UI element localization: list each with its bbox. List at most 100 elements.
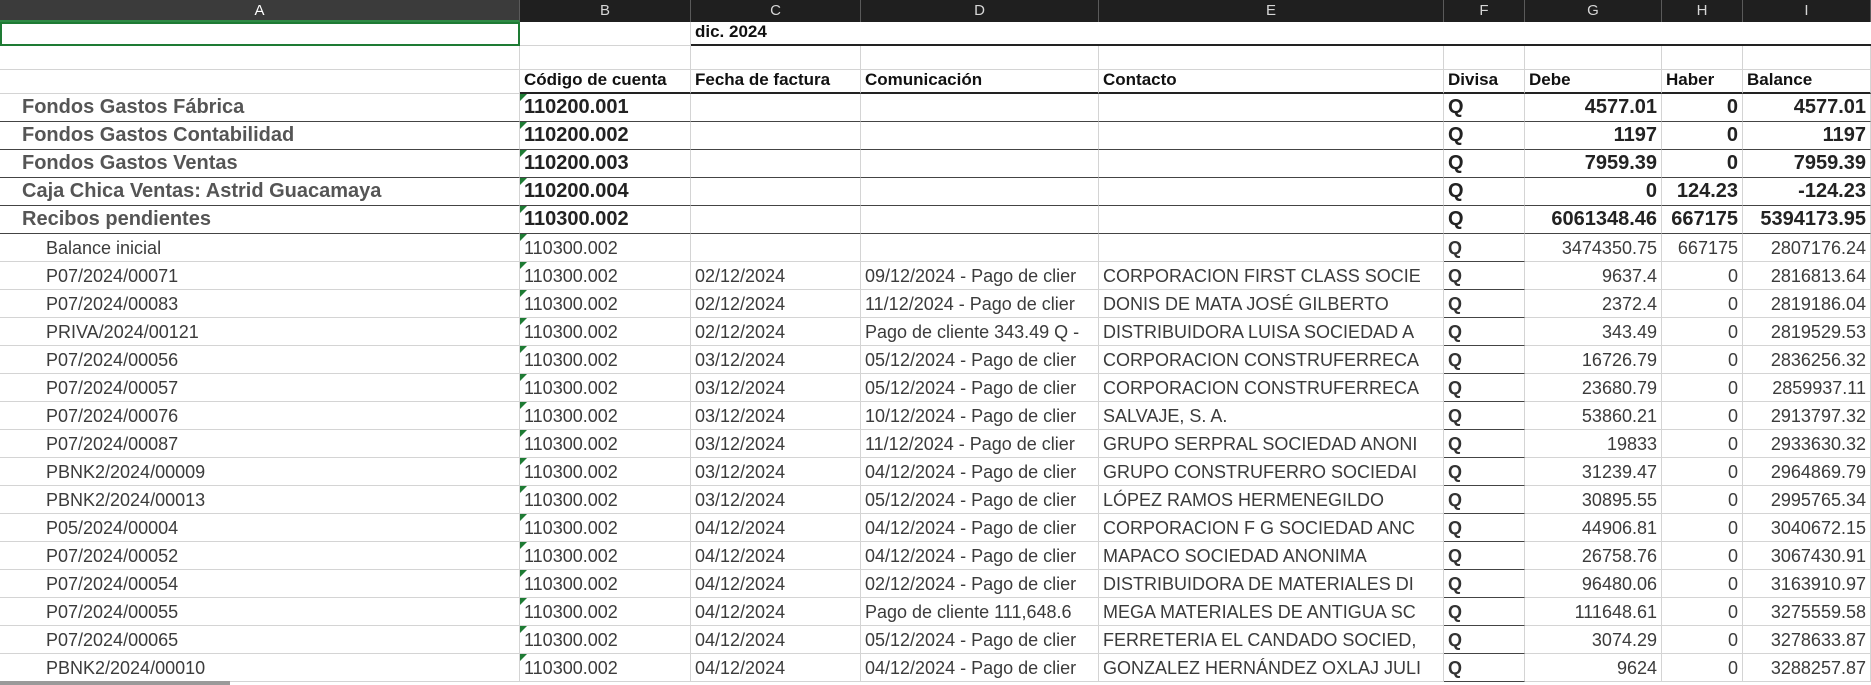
entry-reference[interactable]: PRIVA/2024/00121 — [0, 318, 520, 346]
account-code[interactable]: 110300.002 — [520, 570, 691, 598]
currency[interactable]: Q — [1444, 402, 1525, 430]
credit[interactable]: 0 — [1662, 374, 1743, 402]
credit[interactable]: 0 — [1662, 262, 1743, 290]
header-contact[interactable]: Contacto — [1099, 70, 1444, 94]
invoice-date[interactable]: 04/12/2024 — [691, 654, 861, 682]
credit[interactable]: 0 — [1662, 626, 1743, 654]
invoice-date[interactable] — [691, 206, 861, 234]
communication[interactable]: 05/12/2024 - Pago de clier — [861, 346, 1099, 374]
invoice-date[interactable] — [691, 150, 861, 178]
credit[interactable]: 667175 — [1662, 206, 1743, 234]
balance[interactable]: 2995765.34 — [1743, 486, 1871, 514]
column-header-c[interactable]: C — [691, 0, 861, 22]
contact[interactable] — [1099, 234, 1444, 262]
credit[interactable]: 0 — [1662, 318, 1743, 346]
contact[interactable]: CORPORACION F G SOCIEDAD ANC — [1099, 514, 1444, 542]
credit[interactable]: 0 — [1662, 150, 1743, 178]
account-code[interactable]: 110300.002 — [520, 626, 691, 654]
currency[interactable]: Q — [1444, 94, 1525, 122]
cell[interactable] — [520, 22, 691, 46]
contact[interactable]: FERRETERIA EL CANDADO SOCIED, — [1099, 626, 1444, 654]
account-code[interactable]: 110300.002 — [520, 598, 691, 626]
credit[interactable]: 0 — [1662, 542, 1743, 570]
contact[interactable]: CORPORACION FIRST CLASS SOCIE — [1099, 262, 1444, 290]
account-code[interactable]: 110300.002 — [520, 542, 691, 570]
credit[interactable]: 0 — [1662, 486, 1743, 514]
entry-reference[interactable]: P07/2024/00083 — [0, 290, 520, 318]
debit[interactable]: 23680.79 — [1525, 374, 1662, 402]
invoice-date[interactable] — [691, 94, 861, 122]
communication[interactable] — [861, 122, 1099, 150]
balance[interactable]: 5394173.95 — [1743, 206, 1871, 234]
cell[interactable] — [0, 70, 520, 94]
contact[interactable]: MAPACO SOCIEDAD ANONIMA — [1099, 542, 1444, 570]
account-code[interactable]: 110200.001 — [520, 94, 691, 122]
group-name[interactable]: Fondos Gastos Contabilidad — [0, 122, 520, 150]
group-name[interactable]: Fondos Gastos Fábrica — [0, 94, 520, 122]
entry-reference[interactable]: P07/2024/00056 — [0, 346, 520, 374]
entry-reference[interactable]: PBNK2/2024/00009 — [0, 458, 520, 486]
invoice-date[interactable]: 03/12/2024 — [691, 486, 861, 514]
debit[interactable]: 7959.39 — [1525, 150, 1662, 178]
credit[interactable]: 0 — [1662, 402, 1743, 430]
currency[interactable]: Q — [1444, 430, 1525, 458]
cell[interactable] — [520, 46, 691, 70]
column-header-f[interactable]: F — [1444, 0, 1525, 22]
cell[interactable] — [1662, 46, 1743, 70]
entry-reference[interactable]: PBNK2/2024/00013 — [0, 486, 520, 514]
communication[interactable]: 04/12/2024 - Pago de clier — [861, 542, 1099, 570]
currency[interactable]: Q — [1444, 346, 1525, 374]
balance[interactable]: 2819186.04 — [1743, 290, 1871, 318]
credit[interactable]: 0 — [1662, 346, 1743, 374]
contact[interactable]: DISTRIBUIDORA DE MATERIALES DI — [1099, 570, 1444, 598]
account-code[interactable]: 110300.002 — [520, 458, 691, 486]
balance[interactable]: 3275559.58 — [1743, 598, 1871, 626]
header-currency[interactable]: Divisa — [1444, 70, 1525, 94]
currency[interactable]: Q — [1444, 458, 1525, 486]
entry-reference[interactable]: PBNK2/2024/00010 — [0, 654, 520, 682]
account-code[interactable]: 110300.002 — [520, 430, 691, 458]
balance[interactable]: 2816813.64 — [1743, 262, 1871, 290]
balance[interactable]: 2933630.32 — [1743, 430, 1871, 458]
column-header-d[interactable]: D — [861, 0, 1099, 22]
debit[interactable]: 2372.4 — [1525, 290, 1662, 318]
debit[interactable]: 30895.55 — [1525, 486, 1662, 514]
invoice-date[interactable]: 03/12/2024 — [691, 346, 861, 374]
balance[interactable]: 2859937.11 — [1743, 374, 1871, 402]
contact[interactable]: CORPORACION CONSTRUFERRECA — [1099, 374, 1444, 402]
entry-reference[interactable]: P07/2024/00065 — [0, 626, 520, 654]
contact[interactable]: GONZALEZ HERNÁNDEZ OXLAJ JULI — [1099, 654, 1444, 682]
entry-reference[interactable]: Balance inicial — [0, 234, 520, 262]
credit[interactable]: 0 — [1662, 654, 1743, 682]
currency[interactable]: Q — [1444, 486, 1525, 514]
currency[interactable]: Q — [1444, 570, 1525, 598]
debit[interactable]: 0 — [1525, 178, 1662, 206]
currency[interactable]: Q — [1444, 122, 1525, 150]
invoice-date[interactable]: 04/12/2024 — [691, 570, 861, 598]
debit[interactable]: 3074.29 — [1525, 626, 1662, 654]
header-invoice-date[interactable]: Fecha de factura — [691, 70, 861, 94]
cell[interactable] — [691, 46, 861, 70]
invoice-date[interactable]: 04/12/2024 — [691, 598, 861, 626]
debit[interactable]: 3474350.75 — [1525, 234, 1662, 262]
cell[interactable] — [1743, 46, 1871, 70]
contact[interactable] — [1099, 150, 1444, 178]
invoice-date[interactable]: 02/12/2024 — [691, 290, 861, 318]
credit[interactable]: 0 — [1662, 458, 1743, 486]
balance[interactable]: 3040672.15 — [1743, 514, 1871, 542]
contact[interactable]: DONIS DE MATA JOSÉ GILBERTO — [1099, 290, 1444, 318]
header-debit[interactable]: Debe — [1525, 70, 1662, 94]
column-header-e[interactable]: E — [1099, 0, 1444, 22]
currency[interactable]: Q — [1444, 178, 1525, 206]
account-code[interactable]: 110300.002 — [520, 486, 691, 514]
invoice-date[interactable]: 03/12/2024 — [691, 458, 861, 486]
invoice-date[interactable] — [691, 178, 861, 206]
entry-reference[interactable]: P07/2024/00076 — [0, 402, 520, 430]
communication[interactable]: 09/12/2024 - Pago de clier — [861, 262, 1099, 290]
currency[interactable]: Q — [1444, 626, 1525, 654]
communication[interactable]: Pago de cliente 111,648.6 — [861, 598, 1099, 626]
invoice-date[interactable]: 04/12/2024 — [691, 542, 861, 570]
account-code[interactable]: 110300.002 — [520, 206, 691, 234]
invoice-date[interactable] — [691, 234, 861, 262]
currency[interactable]: Q — [1444, 318, 1525, 346]
